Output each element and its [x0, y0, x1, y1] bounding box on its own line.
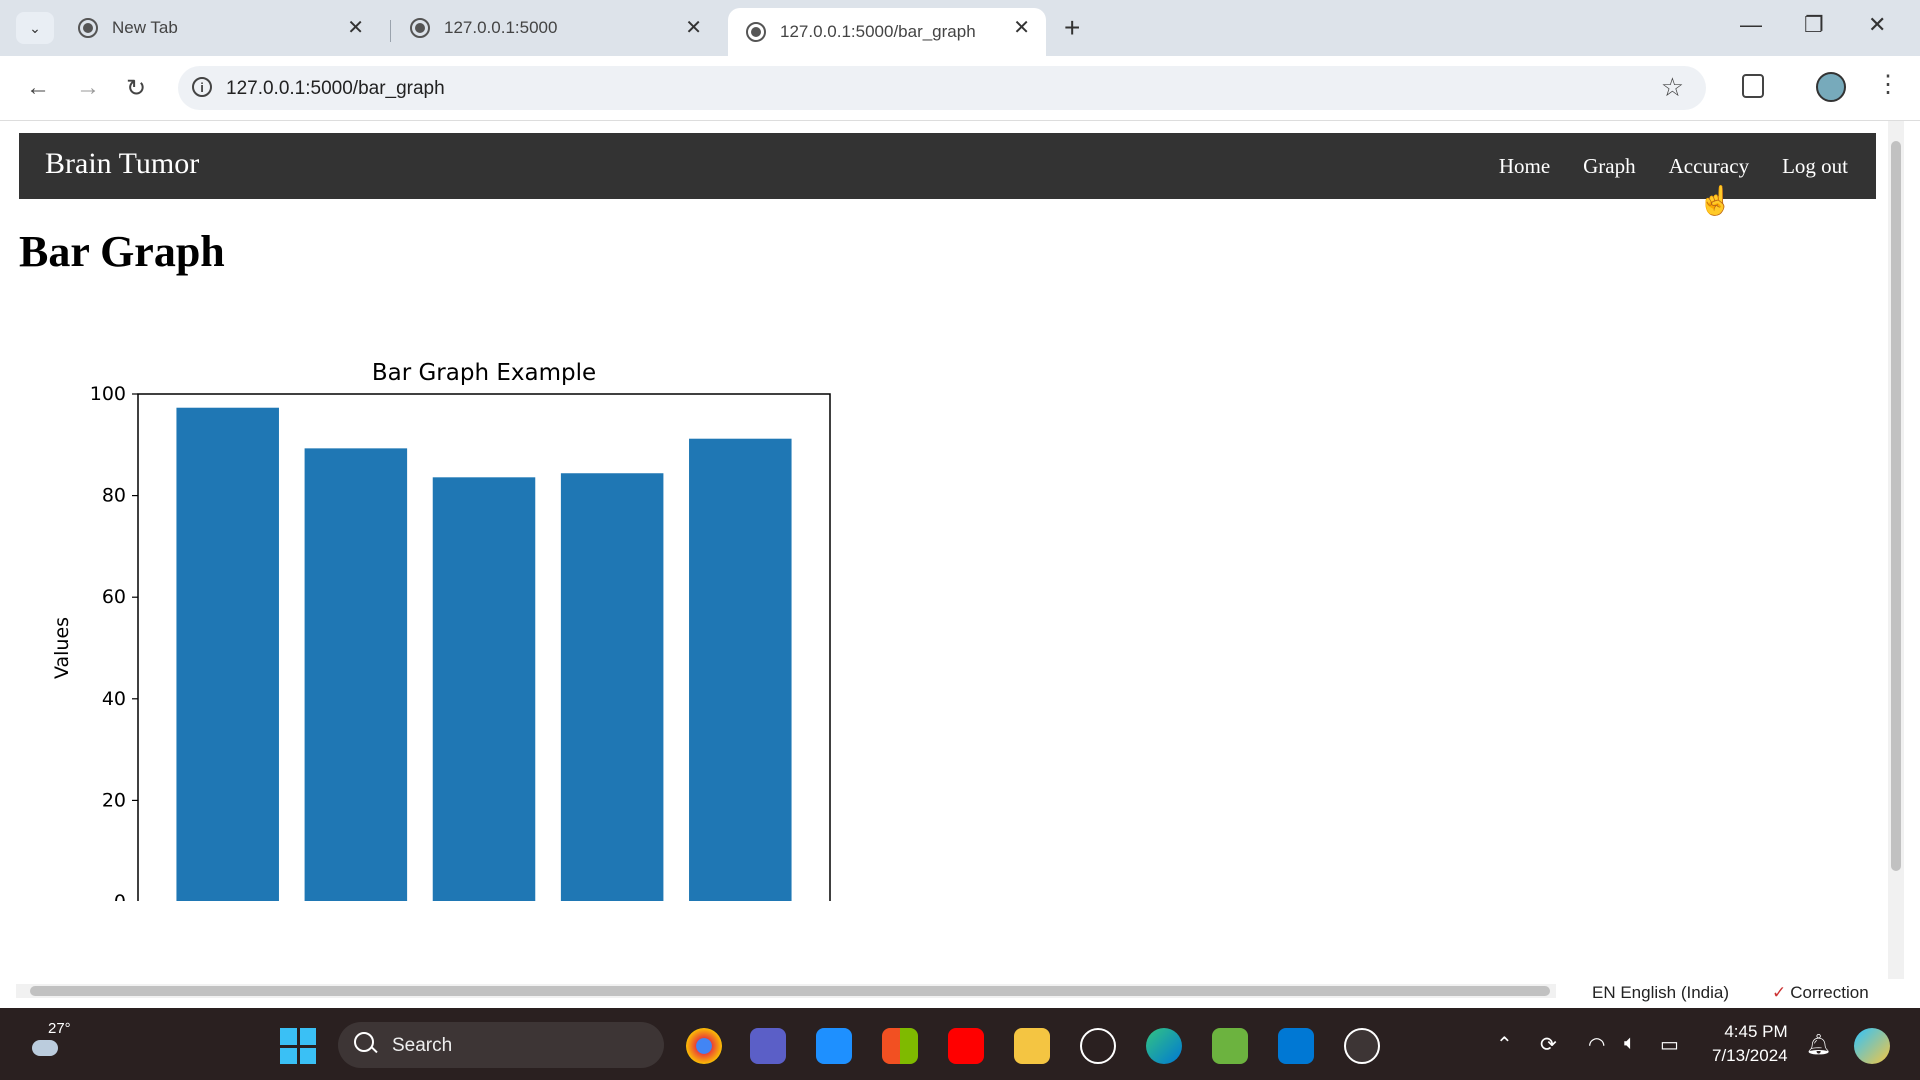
- page-viewport: Brain Tumor Home Graph Accuracy Log out …: [8, 121, 1888, 979]
- battery-icon[interactable]: ▭: [1660, 1032, 1679, 1057]
- vertical-scrollbar[interactable]: [1888, 121, 1904, 979]
- close-tab-icon[interactable]: ✕: [685, 15, 702, 40]
- app-icon[interactable]: [816, 1028, 852, 1064]
- media-player-icon[interactable]: [1344, 1028, 1380, 1064]
- globe-icon: [410, 18, 430, 38]
- minimize-icon[interactable]: —: [1740, 12, 1762, 38]
- tab-new-tab[interactable]: New Tab ✕: [60, 8, 380, 48]
- y-tick-label: 40: [102, 688, 126, 710]
- forward-icon[interactable]: →: [76, 74, 100, 102]
- url-text[interactable]: 127.0.0.1:5000/bar_graph: [226, 78, 445, 100]
- tab-search-button[interactable]: ⌄: [16, 12, 54, 44]
- nav-home[interactable]: Home: [1499, 154, 1550, 179]
- browser-toolbar: ← → ↻ i 127.0.0.1:5000/bar_graph ☆ ⋮: [0, 56, 1920, 121]
- weather-temp: 27°: [48, 1020, 71, 1037]
- page-title: Bar Graph: [19, 227, 225, 276]
- chrome-icon: [78, 18, 98, 38]
- bar-cnn: [176, 407, 279, 901]
- weather-icon: [32, 1040, 58, 1056]
- bar-ga: [432, 477, 536, 901]
- correction-label[interactable]: Correction: [1772, 983, 1868, 1003]
- tab-title: 127.0.0.1:5000: [444, 18, 558, 37]
- chrome-icon[interactable]: [686, 1028, 722, 1064]
- y-tick-label: 100: [90, 383, 126, 405]
- language-label[interactable]: EN English (India): [1592, 983, 1729, 1003]
- globe-icon: [746, 22, 766, 42]
- copilot-icon[interactable]: [1854, 1028, 1890, 1064]
- bar-svm: [560, 473, 664, 901]
- store-icon[interactable]: [882, 1028, 918, 1064]
- address-bar[interactable]: i 127.0.0.1:5000/bar_graph ☆: [178, 66, 1706, 110]
- bookmark-star-icon[interactable]: ☆: [1661, 72, 1684, 103]
- nav-menu: Home Graph Accuracy Log out: [1499, 154, 1848, 179]
- chevron-up-icon[interactable]: ⌃: [1496, 1032, 1513, 1057]
- file-explorer-icon[interactable]: [1014, 1028, 1050, 1064]
- search-icon: [354, 1032, 374, 1052]
- y-tick-label: 20: [102, 789, 126, 811]
- tab-title: New Tab: [112, 18, 178, 37]
- scroll-thumb[interactable]: [1891, 141, 1901, 871]
- nav-accuracy[interactable]: Accuracy: [1669, 154, 1749, 179]
- scroll-thumb[interactable]: [30, 986, 1550, 996]
- back-icon[interactable]: ←: [26, 74, 50, 102]
- nav-graph[interactable]: Graph: [1583, 154, 1635, 179]
- image-app-icon[interactable]: [1212, 1028, 1248, 1064]
- language-status: EN English (India) Correction: [1560, 980, 1920, 1008]
- windows-start-icon[interactable]: [280, 1028, 316, 1064]
- windows-taskbar: 27° Search ⌃ ⟳ ◠ 🔈︎ ▭ 4:45 PM 7/13/2024 …: [0, 1008, 1920, 1080]
- search-label: Search: [392, 1035, 453, 1056]
- taskbar-search[interactable]: Search: [338, 1022, 664, 1068]
- close-tab-icon[interactable]: ✕: [1013, 15, 1030, 40]
- dell-icon[interactable]: [1080, 1028, 1116, 1064]
- wifi-icon[interactable]: ◠: [1588, 1032, 1605, 1057]
- close-tab-icon[interactable]: ✕: [347, 15, 364, 40]
- bar-others_cnn: [689, 438, 792, 901]
- profile-avatar[interactable]: [1816, 72, 1846, 102]
- site-brand[interactable]: Brain Tumor: [45, 147, 199, 181]
- close-window-icon[interactable]: ✕: [1868, 12, 1886, 38]
- chart-title: Bar Graph Example: [372, 360, 596, 386]
- youtube-icon[interactable]: [948, 1028, 984, 1064]
- nav-logout[interactable]: Log out: [1782, 154, 1848, 179]
- y-tick-label: 60: [102, 586, 126, 608]
- clock-time: 4:45 PM: [1724, 1022, 1788, 1041]
- vscode-icon[interactable]: [1278, 1028, 1314, 1064]
- restore-icon[interactable]: ❐: [1804, 12, 1824, 38]
- bar-crf: [304, 448, 408, 901]
- volume-icon[interactable]: 🔈︎: [1624, 1032, 1636, 1055]
- site-navbar: Brain Tumor Home Graph Accuracy Log out: [19, 133, 1876, 199]
- menu-kebab-icon[interactable]: ⋮: [1876, 70, 1900, 99]
- browser-window: ⌄ New Tab ✕ 127.0.0.1:5000 ✕ 127.0.0.1:5…: [0, 0, 1920, 1008]
- tab-localhost[interactable]: 127.0.0.1:5000 ✕: [392, 8, 718, 48]
- site-info-icon[interactable]: i: [192, 77, 212, 97]
- horizontal-scrollbar[interactable]: [16, 984, 1556, 998]
- y-tick-label: 0: [114, 891, 126, 901]
- chevron-down-icon: ⌄: [29, 19, 41, 36]
- clock-date: 7/13/2024: [1712, 1046, 1788, 1065]
- new-tab-button[interactable]: +: [1064, 12, 1080, 44]
- edge-icon[interactable]: [1146, 1028, 1182, 1064]
- reload-icon[interactable]: ↻: [126, 74, 146, 103]
- y-tick-label: 80: [102, 485, 126, 507]
- bar-chart: Bar Graph ExampleCNNCRFGASVMOthers_CNN02…: [51, 360, 831, 901]
- tab-title: 127.0.0.1:5000/bar_graph: [780, 22, 976, 41]
- extensions-icon[interactable]: [1742, 74, 1764, 98]
- tab-separator: [390, 20, 391, 42]
- tab-strip: ⌄ New Tab ✕ 127.0.0.1:5000 ✕ 127.0.0.1:5…: [0, 0, 1920, 56]
- tab-bar-graph[interactable]: 127.0.0.1:5000/bar_graph ✕: [728, 8, 1046, 56]
- hand-cursor-icon: ☝: [1698, 185, 1733, 216]
- taskbar-clock[interactable]: 4:45 PM 7/13/2024: [1712, 1020, 1788, 1068]
- sync-icon[interactable]: ⟳: [1540, 1032, 1557, 1057]
- notification-icon[interactable]: 🔔︎: [1806, 1032, 1831, 1057]
- teams-icon[interactable]: [750, 1028, 786, 1064]
- y-axis-label: Values: [51, 617, 73, 679]
